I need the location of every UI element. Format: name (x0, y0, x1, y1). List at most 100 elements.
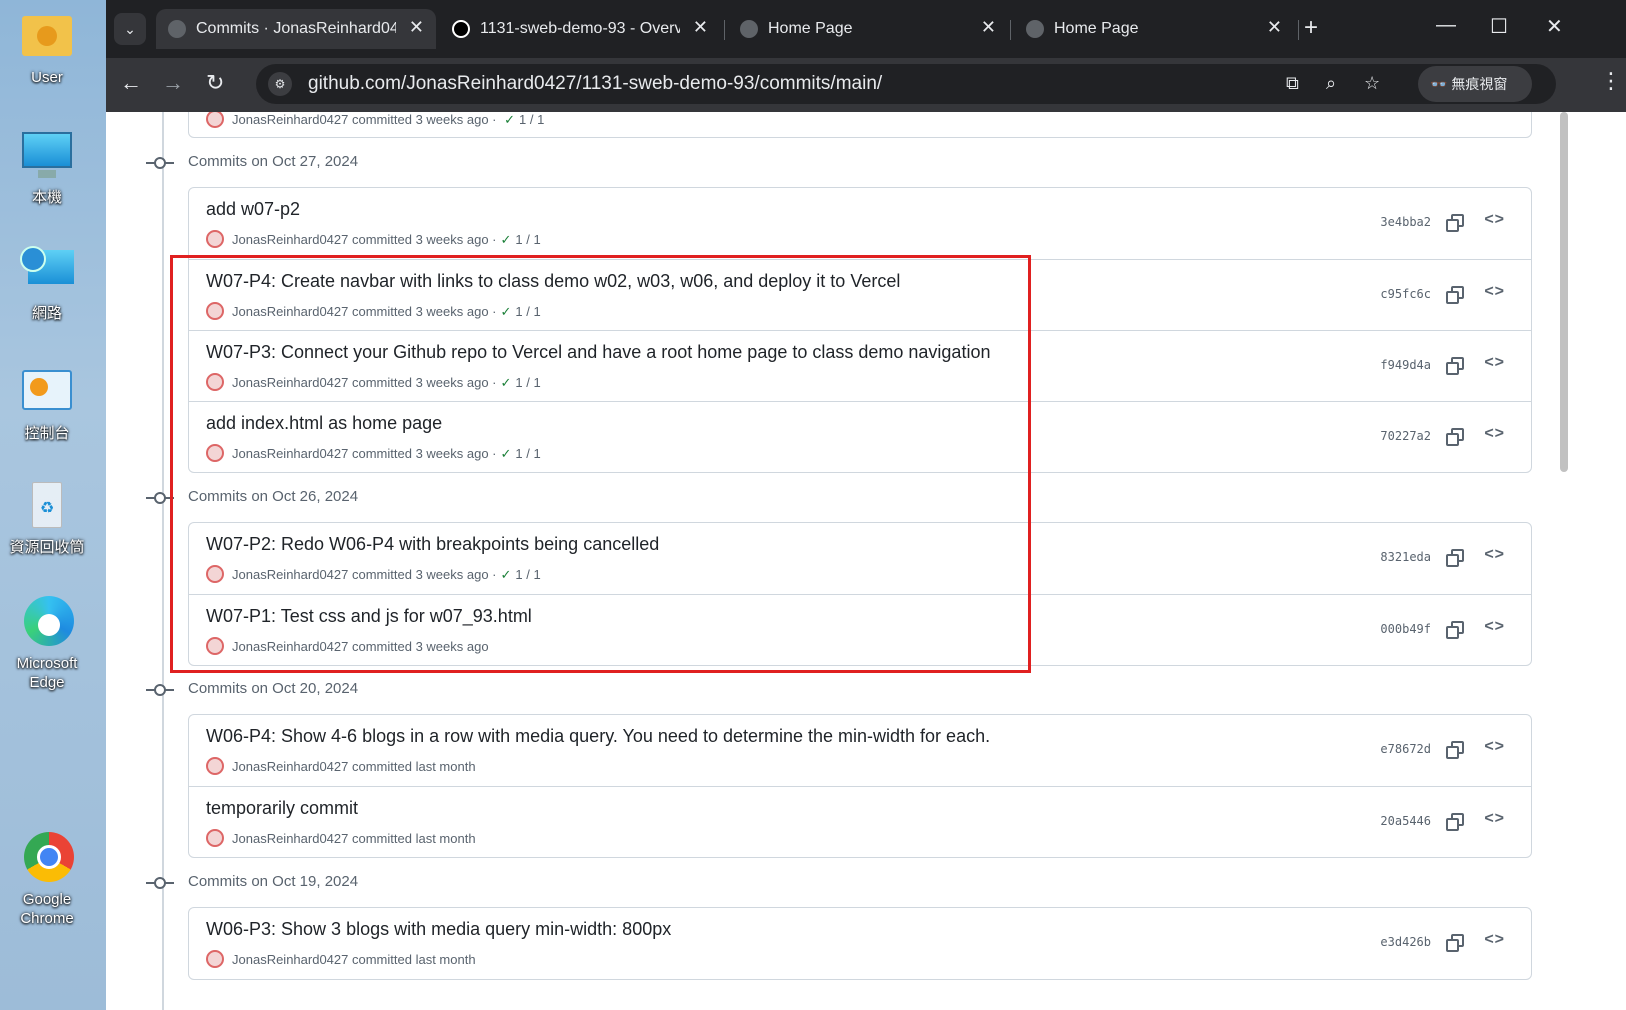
copy-icon[interactable] (1445, 213, 1465, 233)
desktop-icon-control-panel[interactable]: 控制台 (4, 366, 90, 443)
commit-row[interactable]: JonasReinhard0427 committed 3 weeks ago … (189, 112, 1531, 137)
commit-sha[interactable]: f949d4a (1380, 358, 1431, 372)
commit-node-icon (154, 877, 166, 889)
commit-sha[interactable]: e78672d (1380, 742, 1431, 756)
copy-icon[interactable] (1445, 620, 1465, 640)
reload-button[interactable]: ↻ (206, 70, 224, 96)
avatar[interactable] (206, 757, 224, 775)
browse-code-icon[interactable]: <> (1484, 211, 1505, 229)
commit-row[interactable]: add w07-p2 JonasReinhard0427 committed 3… (189, 188, 1531, 259)
tab-home-page-1[interactable]: Home Page ✕ (728, 9, 1008, 49)
site-info-icon[interactable]: ⚙ (268, 72, 292, 96)
copy-icon[interactable] (1445, 427, 1465, 447)
commit-sha[interactable]: 000b49f (1380, 622, 1431, 636)
desktop-icon-user[interactable]: User (4, 10, 90, 87)
copy-icon[interactable] (1445, 812, 1465, 832)
commit-box: W06-P3: Show 3 blogs with media query mi… (188, 907, 1532, 980)
check-icon[interactable]: ✓ (501, 232, 512, 247)
commit-author[interactable]: JonasReinhard0427 (232, 112, 348, 127)
tab-search-button[interactable]: ⌄ (114, 13, 146, 45)
copy-icon[interactable] (1445, 285, 1465, 305)
commit-author[interactable]: JonasReinhard0427 (232, 759, 348, 774)
incognito-icon: 👓 (1430, 76, 1448, 92)
browse-code-icon[interactable]: <> (1484, 283, 1505, 301)
commit-checks[interactable]: 1 / 1 (519, 112, 544, 127)
copy-icon[interactable] (1445, 548, 1465, 568)
forward-button[interactable]: → (162, 70, 184, 96)
commit-time: committed 3 weeks ago · (352, 232, 497, 247)
commit-author[interactable]: JonasReinhard0427 (232, 831, 348, 846)
minimize-button[interactable]: — (1436, 14, 1456, 37)
commit-sha[interactable]: 8321eda (1380, 550, 1431, 564)
avatar[interactable] (206, 112, 224, 128)
globe-icon (1026, 20, 1044, 38)
commit-message[interactable]: W06-P4: Show 4-6 blogs in a row with med… (206, 726, 990, 747)
commit-sha[interactable]: c95fc6c (1380, 287, 1431, 301)
commit-sha[interactable]: 20a5446 (1380, 814, 1431, 828)
desktop-icon-chrome[interactable]: Google Chrome (4, 832, 90, 928)
commit-checks[interactable]: 1 / 1 (515, 232, 540, 247)
commit-time: committed last month (352, 831, 476, 846)
close-icon: ✕ (1546, 16, 1563, 38)
commit-author[interactable]: JonasReinhard0427 (232, 952, 348, 967)
tab-bar: ⌄ Commits · JonasReinhard0427/ ✕ 1131-sw… (106, 0, 1626, 58)
commit-meta: JonasReinhard0427 committed 3 weeks ago … (206, 230, 541, 248)
commit-message[interactable]: W06-P3: Show 3 blogs with media query mi… (206, 919, 671, 940)
recycle-bin-icon: ♻ (18, 480, 76, 534)
timeline-line (162, 112, 164, 1010)
more-vert-icon: ⋮ (1600, 68, 1622, 93)
browse-code-icon[interactable]: <> (1484, 425, 1505, 443)
commit-sha[interactable]: 70227a2 (1380, 429, 1431, 443)
desktop-icon-label: Google Chrome (20, 891, 74, 927)
address-bar[interactable]: ⚙ github.com/JonasReinhard0427/1131-sweb… (256, 64, 1556, 104)
close-icon[interactable]: ✕ (1267, 17, 1282, 38)
desktop-icon-label: 網路 (31, 305, 62, 322)
bookmark-star-icon[interactable]: ☆ (1364, 73, 1380, 94)
user-folder-icon (18, 10, 76, 64)
page-scrollbar[interactable] (1560, 112, 1568, 472)
avatar[interactable] (206, 829, 224, 847)
commit-author[interactable]: JonasReinhard0427 (232, 232, 348, 247)
desktop-icon-this-pc[interactable]: 本機 (4, 130, 90, 207)
commit-row[interactable]: W06-P3: Show 3 blogs with media query mi… (189, 908, 1531, 979)
browse-code-icon[interactable]: <> (1484, 354, 1505, 372)
avatar[interactable] (206, 950, 224, 968)
commit-message[interactable]: temporarily commit (206, 798, 358, 819)
browser-menu-button[interactable]: ⋮ (1600, 68, 1622, 94)
commit-row[interactable]: temporarily commit JonasReinhard0427 com… (189, 786, 1531, 857)
translate-icon[interactable]: ⧉ (1286, 73, 1299, 94)
back-button[interactable]: ← (120, 70, 142, 96)
commit-sha[interactable]: 3e4bba2 (1380, 215, 1431, 229)
maximize-button[interactable]: ☐ (1490, 14, 1508, 39)
browse-code-icon[interactable]: <> (1484, 810, 1505, 828)
commit-message[interactable]: add w07-p2 (206, 199, 300, 220)
new-tab-button[interactable]: + (1304, 14, 1318, 42)
tab-commits[interactable]: Commits · JonasReinhard0427/ ✕ (156, 9, 436, 49)
tab-vercel[interactable]: 1131-sweb-demo-93 - Overvi ✕ (440, 9, 720, 49)
tab-title: 1131-sweb-demo-93 - Overvi (480, 20, 680, 37)
commit-sha[interactable]: e3d426b (1380, 935, 1431, 949)
reload-icon: ↻ (206, 70, 225, 95)
desktop-icon-recycle-bin[interactable]: ♻ 資源回收筒 (4, 480, 90, 557)
copy-icon[interactable] (1445, 740, 1465, 760)
commit-row[interactable]: W06-P4: Show 4-6 blogs in a row with med… (189, 715, 1531, 786)
browse-code-icon[interactable]: <> (1484, 931, 1505, 949)
desktop-icon-network[interactable]: 網路 (4, 246, 90, 323)
browse-code-icon[interactable]: <> (1484, 618, 1505, 636)
close-icon[interactable]: ✕ (981, 17, 996, 38)
url-text[interactable]: github.com/JonasReinhard0427/1131-sweb-d… (308, 73, 882, 95)
incognito-badge[interactable]: 👓 無痕視窗 (1418, 66, 1532, 102)
copy-icon[interactable] (1445, 933, 1465, 953)
close-icon[interactable]: ✕ (409, 17, 424, 38)
copy-icon[interactable] (1445, 356, 1465, 376)
close-icon[interactable]: ✕ (693, 17, 708, 38)
tab-home-page-2[interactable]: Home Page ✕ (1014, 9, 1294, 49)
group-date: Commits on Oct 19, 2024 (188, 873, 359, 890)
browse-code-icon[interactable]: <> (1484, 546, 1505, 564)
desktop-icon-edge[interactable]: Microsoft Edge (4, 596, 90, 692)
close-window-button[interactable]: ✕ (1546, 14, 1563, 39)
avatar[interactable] (206, 230, 224, 248)
check-icon[interactable]: ✓ (504, 112, 515, 127)
browse-code-icon[interactable]: <> (1484, 738, 1505, 756)
zoom-icon[interactable]: ⌕ (1326, 73, 1336, 94)
